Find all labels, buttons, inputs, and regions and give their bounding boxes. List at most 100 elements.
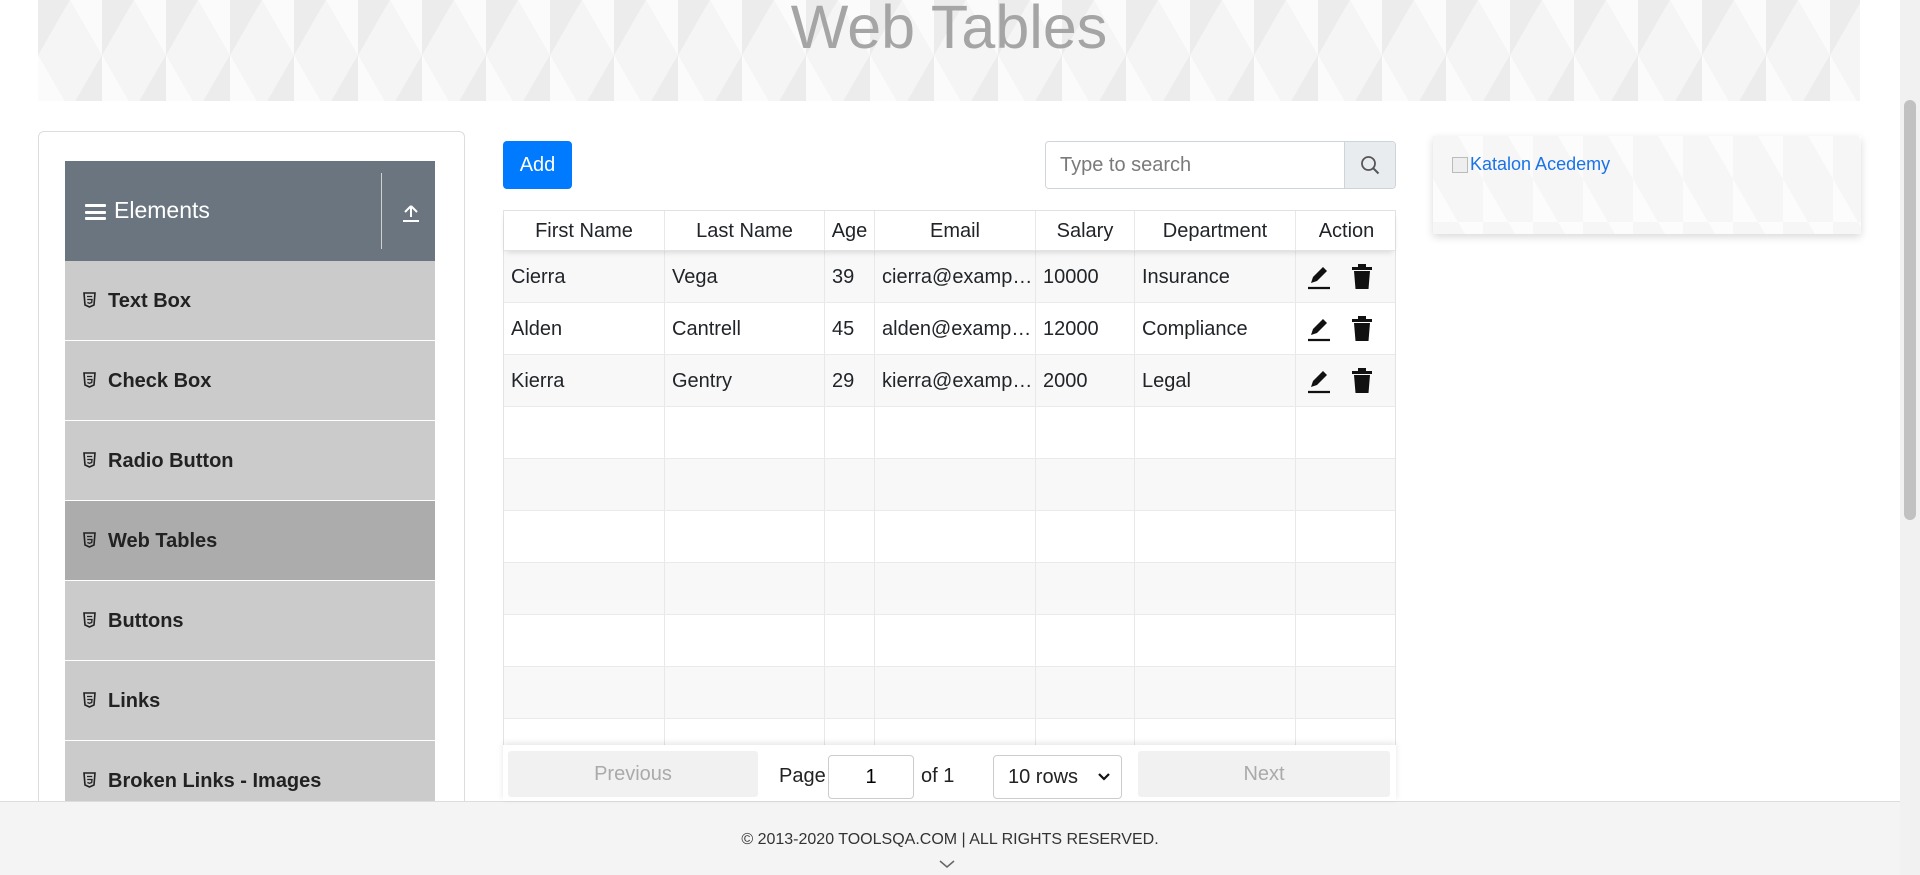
search-button[interactable] (1344, 142, 1395, 188)
footer-copyright: © 2013-2020 TOOLSQA.COM | ALL RIGHTS RES… (741, 831, 1159, 848)
table-cell: 39 (825, 251, 875, 302)
hamburger-icon (85, 204, 106, 220)
chevron-down-icon (1098, 773, 1110, 781)
trash-icon[interactable] (1351, 316, 1373, 342)
table-cell: 45 (825, 303, 875, 354)
column-header[interactable]: Action (1296, 211, 1397, 250)
search-box (1045, 141, 1396, 189)
ad-banner[interactable]: Katalon Acedemy (1433, 136, 1861, 234)
table-cell (1296, 511, 1397, 562)
table-header: First Name Last Name Age Email Salary Departm… (504, 211, 1395, 251)
table-cell (1296, 615, 1397, 666)
sidebar-item[interactable]: Text Box (65, 261, 435, 341)
previous-button[interactable]: Previous (508, 751, 758, 797)
page-title: Web Tables (790, 0, 1108, 61)
broken-image-icon (1452, 156, 1468, 173)
table-cell (1135, 667, 1296, 718)
header-divider (381, 173, 382, 249)
pencil-icon[interactable] (1306, 316, 1332, 342)
html5-icon (83, 692, 96, 708)
page-label: Page (779, 765, 826, 787)
html5-icon (83, 532, 96, 548)
table-cell (1036, 667, 1135, 718)
sidebar-item-label: Text Box (108, 290, 191, 312)
pagination: Previous Page of 1 10 rows Next (503, 745, 1396, 801)
table-cell: 10000 (1036, 251, 1135, 302)
sidebar-item-label: Web Tables (108, 530, 218, 552)
trash-icon[interactable] (1351, 264, 1373, 290)
html5-icon (83, 772, 96, 788)
table-cell (504, 511, 665, 562)
table-cell (825, 667, 875, 718)
scrollbar-thumb[interactable] (1904, 100, 1916, 520)
search-input[interactable] (1046, 142, 1344, 188)
broken-image[interactable]: Katalon Acedemy (1452, 154, 1610, 175)
table-row: AldenCantrell45alden@example.com12000Com… (504, 303, 1395, 355)
column-header[interactable]: Last Name (665, 211, 825, 250)
sidebar-item[interactable]: Check Box (65, 341, 435, 421)
table-cell (875, 563, 1036, 614)
pencil-icon[interactable] (1306, 264, 1332, 290)
column-header[interactable]: Email (875, 211, 1036, 250)
table-cell (875, 615, 1036, 666)
table-cell (1296, 407, 1397, 458)
table-cell (825, 407, 875, 458)
page-number-input[interactable] (828, 755, 914, 799)
chevron-down-icon[interactable] (938, 858, 956, 870)
column-header[interactable]: Age (825, 211, 875, 250)
ad-alt-text[interactable]: Katalon Acedemy (1470, 154, 1610, 175)
footer: © 2013-2020 TOOLSQA.COM | ALL RIGHTS RES… (0, 801, 1900, 875)
table-cell (1036, 459, 1135, 510)
sidebar-item[interactable]: Web Tables (65, 501, 435, 581)
table-cell (875, 511, 1036, 562)
sidebar-item-label: Radio Button (108, 450, 234, 472)
table-cell: Vega (665, 251, 825, 302)
table-cell: alden@example.com (875, 303, 1036, 354)
next-button[interactable]: Next (1138, 751, 1390, 797)
table-cell (504, 459, 665, 510)
table-cell (1135, 459, 1296, 510)
table-cell: Alden (504, 303, 665, 354)
table-cell (665, 407, 825, 458)
table-cell: Gentry (665, 355, 825, 406)
table-row: KierraGentry29kierra@example.com2000Lega… (504, 355, 1395, 407)
sidebar-item-label: Links (108, 690, 161, 712)
table-cell (504, 615, 665, 666)
page-scrollbar[interactable] (1900, 0, 1920, 875)
table-cell: Kierra (504, 355, 665, 406)
table-cell (665, 511, 825, 562)
table-cell (1296, 667, 1397, 718)
column-header[interactable]: First Name (504, 211, 665, 250)
table-cell (1296, 563, 1397, 614)
add-button[interactable]: Add (503, 141, 572, 189)
column-header[interactable]: Salary (1036, 211, 1135, 250)
table-cell (504, 563, 665, 614)
table-cell: cierra@example.com (875, 251, 1036, 302)
table-cell (1296, 355, 1397, 406)
table-row (504, 459, 1395, 511)
table-cell: Legal (1135, 355, 1296, 406)
upload-arrow-icon[interactable] (402, 203, 420, 223)
table-cell: 12000 (1036, 303, 1135, 354)
table-cell: 2000 (1036, 355, 1135, 406)
table-cell (1135, 407, 1296, 458)
sidebar-menu: Text Box Check Box Radio Button Web Tables B… (65, 261, 435, 821)
table-cell (875, 667, 1036, 718)
sidebar-item[interactable]: Radio Button (65, 421, 435, 501)
table-cell (1036, 511, 1135, 562)
pencil-icon[interactable] (1306, 368, 1332, 394)
table-row: CierraVega39cierra@example.com10000Insur… (504, 251, 1395, 303)
table-cell: Compliance (1135, 303, 1296, 354)
column-header[interactable]: Department (1135, 211, 1296, 250)
table-cell: 29 (825, 355, 875, 406)
sidebar-item[interactable]: Buttons (65, 581, 435, 661)
sidebar-item-label: Broken Links - Images (108, 770, 322, 792)
trash-icon[interactable] (1351, 368, 1373, 394)
elements-group-header[interactable]: Elements (65, 161, 435, 261)
magnifier-icon (1361, 156, 1380, 175)
html5-icon (83, 372, 96, 388)
rows-per-page-select[interactable]: 10 rows (993, 755, 1122, 799)
table-cell (665, 615, 825, 666)
sidebar-item[interactable]: Links (65, 661, 435, 741)
table-cell: kierra@example.com (875, 355, 1036, 406)
